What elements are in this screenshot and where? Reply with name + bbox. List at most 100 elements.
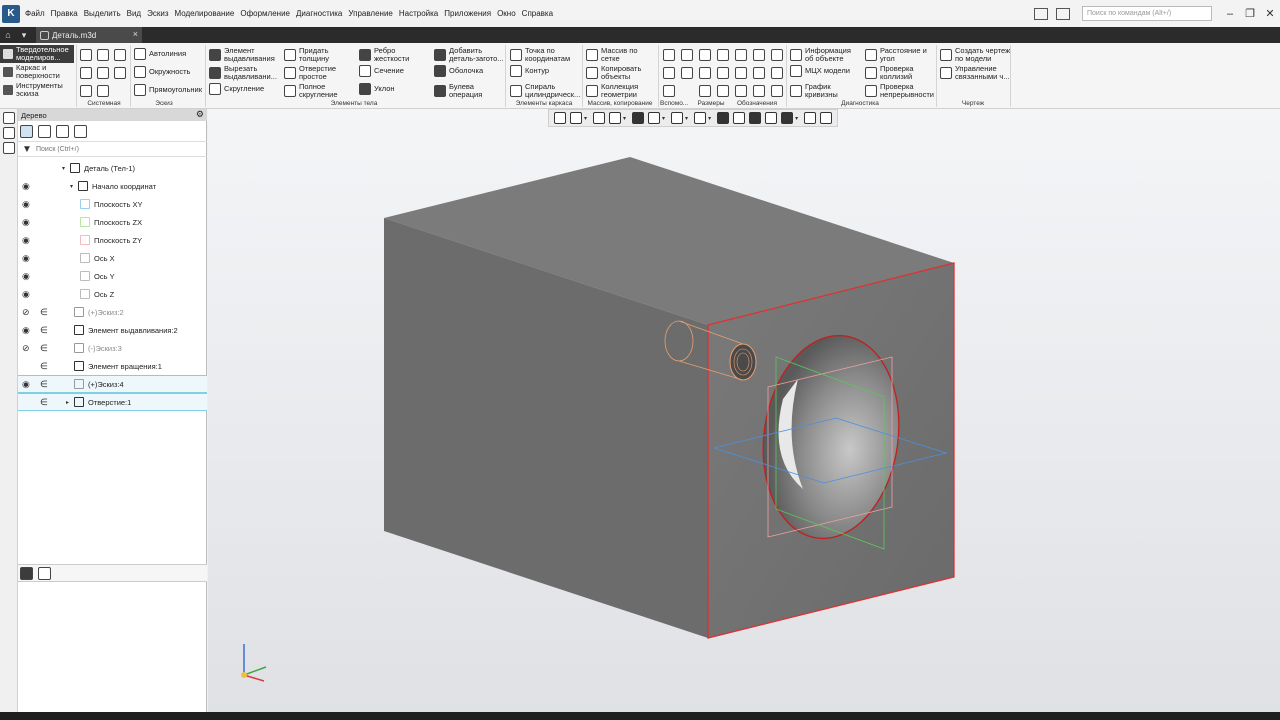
- mass-properties-button[interactable]: МЦХ модели: [790, 65, 850, 77]
- tree-row[interactable]: ⊘ ∈ (-)Эскиз:3: [18, 339, 207, 357]
- selection-filter-icon[interactable]: [781, 112, 794, 124]
- menu-item[interactable]: Оформление: [237, 0, 293, 27]
- hidden-eye-icon[interactable]: ⊘: [22, 307, 34, 318]
- window-layout-icon[interactable]: [1034, 7, 1048, 20]
- thicken-button[interactable]: Придать толщину: [284, 47, 349, 62]
- view-filter-icon[interactable]: [694, 112, 707, 124]
- cut-extrude-button[interactable]: Вырезать выдавливани...: [209, 65, 284, 80]
- dim-radial-icon[interactable]: [717, 67, 729, 79]
- tree-row[interactable]: ◉ ∈ Элемент выдавливания:2: [18, 321, 207, 339]
- note-leader-icon[interactable]: [771, 85, 783, 97]
- note-roughness-icon[interactable]: [735, 85, 747, 97]
- fillet-button[interactable]: Скругление: [209, 83, 264, 95]
- tab-close-button[interactable]: ×: [133, 29, 138, 39]
- tree-row[interactable]: ◉ Ось X: [18, 249, 207, 267]
- print-icon[interactable]: [80, 67, 92, 79]
- view-orientation-icon[interactable]: [609, 112, 622, 124]
- save-icon[interactable]: [114, 49, 126, 61]
- add-part-button[interactable]: Добавить деталь-загото...: [434, 47, 509, 62]
- tree-row[interactable]: ◉ Плоскость ZX: [18, 213, 207, 231]
- menu-item[interactable]: Диагностика: [293, 0, 345, 27]
- tree-view-icon[interactable]: [56, 124, 69, 138]
- visible-eye-icon[interactable]: ◉: [22, 289, 34, 300]
- shaded-display-icon[interactable]: [632, 112, 645, 124]
- mode-solid-modeling[interactable]: Твердотельное моделиров...: [0, 45, 74, 63]
- tree-search-input[interactable]: [36, 145, 186, 153]
- rotate-icon[interactable]: [593, 112, 606, 124]
- section-button[interactable]: Сечение: [359, 65, 404, 77]
- hide-show-icon[interactable]: [671, 112, 684, 124]
- preview-icon[interactable]: [97, 67, 109, 79]
- list-mode-icon[interactable]: [38, 566, 51, 580]
- expand-arrow-icon[interactable]: ▾: [62, 165, 65, 172]
- point-coords-button[interactable]: Точка по координатам: [510, 47, 575, 62]
- aux-plane-icon[interactable]: [663, 49, 675, 61]
- command-search-input[interactable]: Поиск по командам (Alt+/): [1082, 6, 1212, 21]
- tree-row[interactable]: ▾ Деталь (Тел-1): [18, 159, 207, 177]
- relation-icon[interactable]: ∈: [40, 379, 50, 390]
- tree-row[interactable]: ∈ Элемент вращения:1: [18, 357, 207, 375]
- dim-radial-icon[interactable]: [717, 49, 729, 61]
- continuity-check-button[interactable]: Проверка непрерывности: [865, 83, 938, 98]
- curvature-button[interactable]: График кривизны: [790, 83, 845, 98]
- dim-linear-icon[interactable]: [699, 85, 711, 97]
- autoline-button[interactable]: Автолиния: [134, 48, 186, 60]
- orient-icon[interactable]: [554, 112, 566, 124]
- rectangle-button[interactable]: Прямоугольник: [134, 84, 202, 96]
- menu-item[interactable]: Файл: [22, 0, 48, 27]
- tree-structure-icon[interactable]: [20, 124, 33, 138]
- tree-row[interactable]: ⊘ ∈ (+)Эскиз:2: [18, 303, 207, 321]
- minimize-button[interactable]: –: [1220, 8, 1240, 20]
- geometry-collection-button[interactable]: Коллекция геометрии: [586, 83, 651, 98]
- contour-button[interactable]: Контур: [510, 65, 549, 77]
- tabs-dropdown-icon[interactable]: ▾: [16, 27, 32, 43]
- menu-item[interactable]: Вид: [124, 0, 144, 27]
- show-edges-icon[interactable]: [749, 112, 762, 124]
- grid-array-button[interactable]: Массив по сетке: [586, 47, 645, 62]
- zoom-icon[interactable]: [570, 112, 582, 124]
- 3d-viewport[interactable]: ▾ ▾ ▾ ▾ ▾ ▾: [208, 109, 1280, 712]
- aux-axis-icon[interactable]: [681, 49, 693, 61]
- dim-linear-icon[interactable]: [699, 67, 711, 79]
- object-info-button[interactable]: Информация об объекте: [790, 47, 855, 62]
- visible-eye-icon[interactable]: ◉: [22, 379, 34, 390]
- menu-item[interactable]: Выделить: [81, 0, 124, 27]
- menu-item[interactable]: Приложения: [441, 0, 494, 27]
- aux-axis-icon[interactable]: [681, 67, 693, 79]
- note-base-icon[interactable]: [753, 67, 765, 79]
- new-file-icon[interactable]: [80, 49, 92, 61]
- copy-objects-button[interactable]: Копировать объекты: [586, 65, 651, 80]
- section-view-icon[interactable]: [717, 112, 730, 124]
- app-logo-icon[interactable]: K: [2, 4, 20, 23]
- parameters-panel-icon[interactable]: [3, 127, 15, 139]
- tree-row[interactable]: ◉ Ось Y: [18, 267, 207, 285]
- lighting-icon[interactable]: [765, 112, 778, 124]
- relation-icon[interactable]: ∈: [40, 325, 50, 336]
- home-icon[interactable]: ⌂: [0, 27, 16, 43]
- open-file-icon[interactable]: [97, 49, 109, 61]
- dim-radial-icon[interactable]: [717, 85, 729, 97]
- tree-row[interactable]: ◉ Плоскость ZY: [18, 231, 207, 249]
- note-base-icon[interactable]: [753, 49, 765, 61]
- visible-eye-icon[interactable]: ◉: [22, 199, 34, 210]
- menu-item[interactable]: Справка: [519, 0, 556, 27]
- close-window-button[interactable]: ✕: [1260, 7, 1280, 20]
- redo-icon[interactable]: [97, 85, 109, 97]
- menu-item[interactable]: Эскиз: [144, 0, 171, 27]
- spiral-button[interactable]: Спираль цилиндрическ...: [510, 83, 583, 98]
- tree-row[interactable]: ∈ ▸ Отверстие:1: [18, 393, 207, 411]
- undo-icon[interactable]: [80, 85, 92, 97]
- circle-button[interactable]: Окружность: [134, 66, 190, 78]
- tree-row[interactable]: ◉ Плоскость XY: [18, 195, 207, 213]
- dim-linear-icon[interactable]: [699, 49, 711, 61]
- expand-arrow-icon[interactable]: ▸: [66, 399, 69, 406]
- note-roughness-icon[interactable]: [735, 67, 747, 79]
- extrude-button[interactable]: Элемент выдавливания: [209, 47, 282, 62]
- tree-mode-icon[interactable]: [20, 566, 33, 580]
- menu-item[interactable]: Настройка: [396, 0, 441, 27]
- document-tab[interactable]: Деталь.m3d ×: [36, 27, 142, 43]
- tree-panel-icon[interactable]: [3, 112, 15, 124]
- expand-arrow-icon[interactable]: ▾: [70, 183, 73, 190]
- relation-icon[interactable]: ∈: [40, 343, 50, 354]
- hole-simple-button[interactable]: Отверстие простое: [284, 65, 349, 80]
